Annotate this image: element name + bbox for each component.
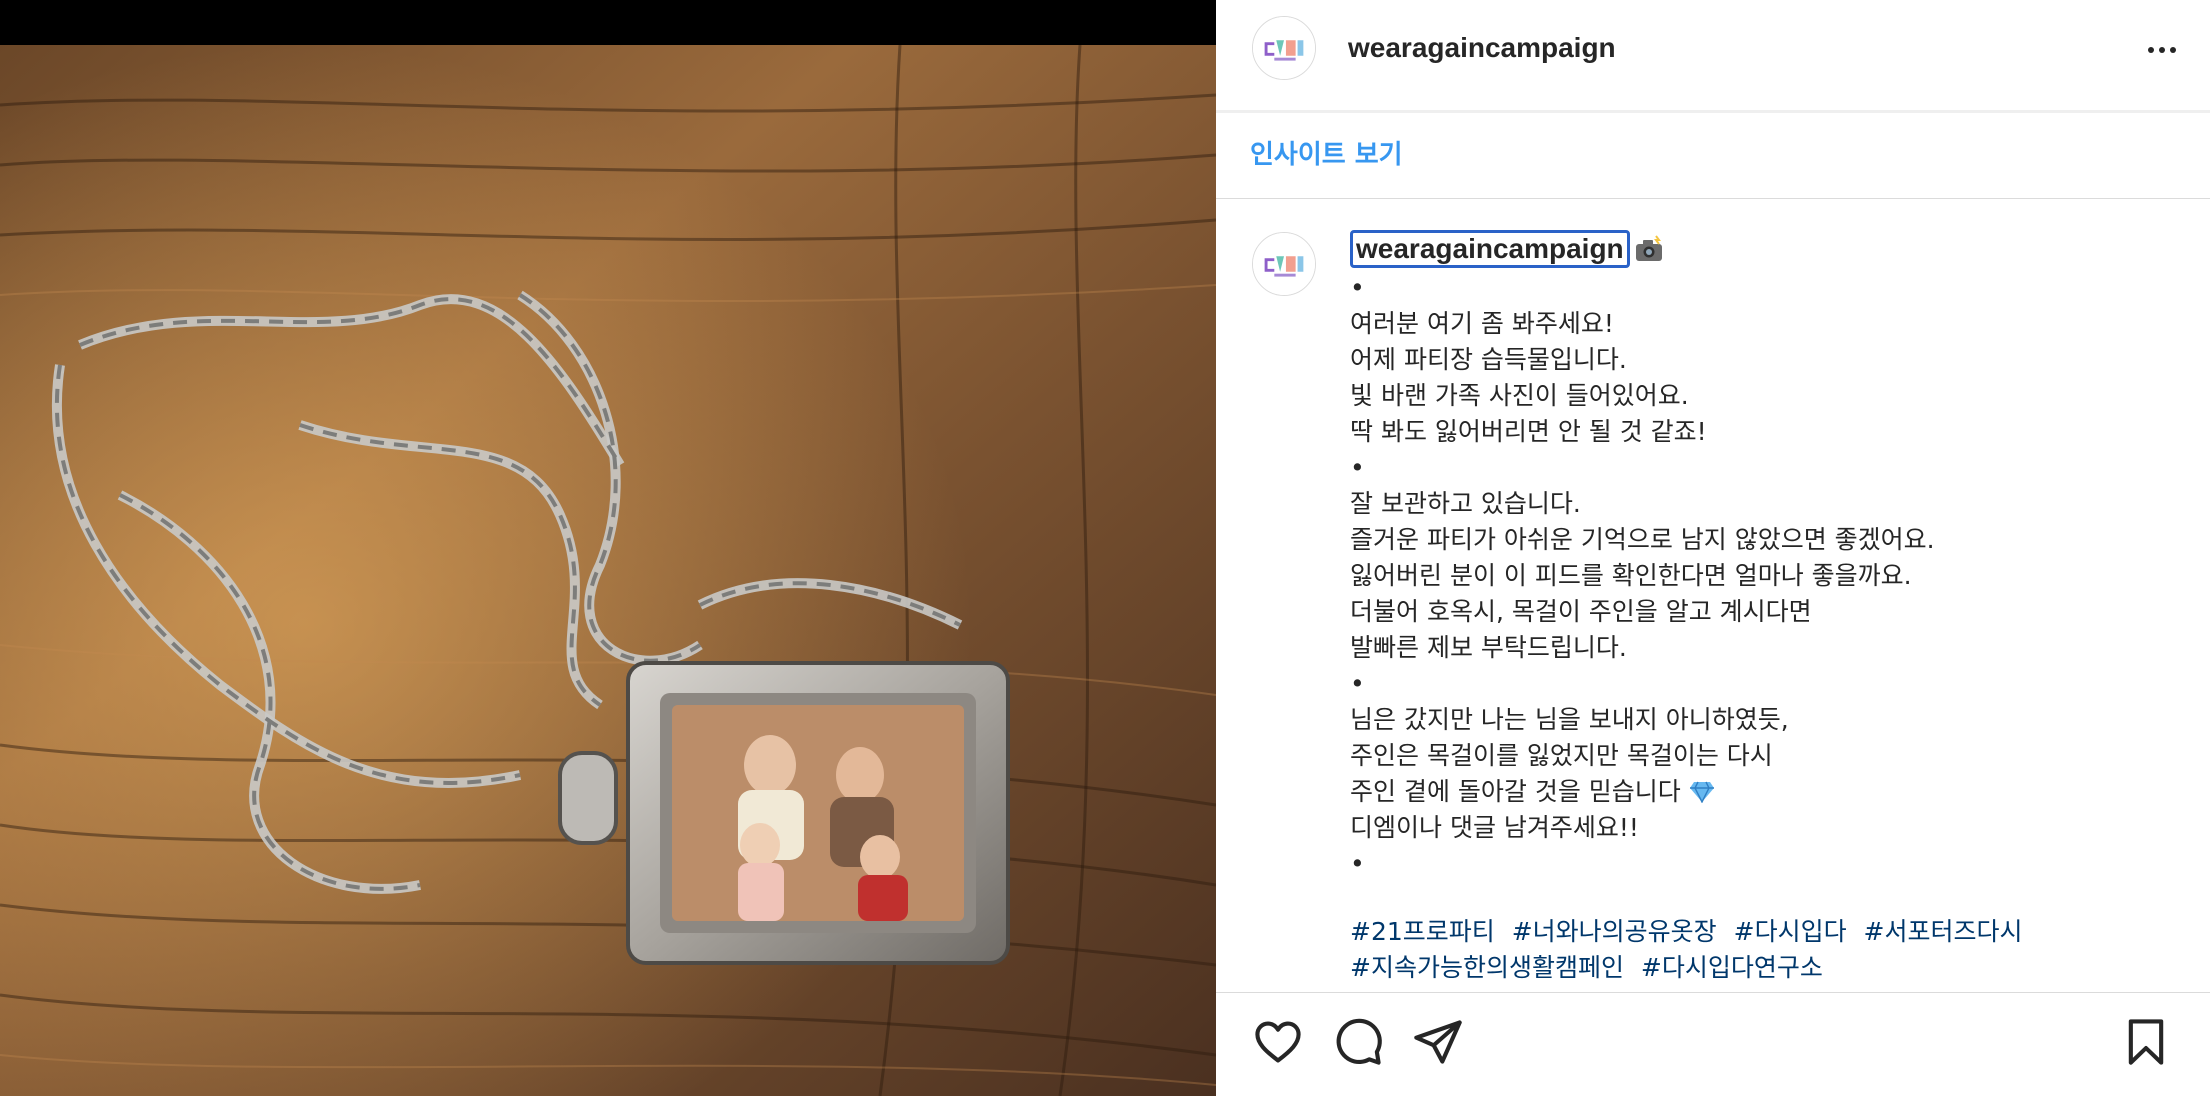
bookmark-icon bbox=[2128, 1019, 2164, 1065]
caption-line: • bbox=[1350, 849, 1365, 878]
caption-line: 발빠른 제보 부탁드립니다. bbox=[1350, 633, 1627, 662]
caption-line: 잃어버린 분이 이 피드를 확인한다면 얼마나 좋을까요. bbox=[1350, 561, 1912, 590]
hashtag-link[interactable]: #다시입다연구소 bbox=[1641, 953, 1823, 982]
comment-icon bbox=[1336, 1018, 1382, 1065]
share-button[interactable] bbox=[1412, 1016, 1464, 1068]
caption-area: wearagaincampaign • 여러분 여기 좀 봐주세요! 어제 파티… bbox=[1216, 200, 2210, 990]
comment-button[interactable] bbox=[1332, 1016, 1384, 1068]
header-divider bbox=[1216, 110, 2210, 113]
caption-line: 잘 보관하고 있습니다. bbox=[1350, 489, 1581, 518]
hashtag-link[interactable]: #21프로파티 bbox=[1350, 917, 1495, 946]
caption-line: 여러분 여기 좀 봐주세요! bbox=[1350, 309, 1614, 338]
post-photo-panel[interactable] bbox=[0, 0, 1216, 1096]
gem-icon bbox=[1689, 781, 1714, 803]
caption-text: • 여러분 여기 좀 봐주세요! 어제 파티장 습득물입니다. 빛 바랜 가족 … bbox=[1350, 270, 1935, 882]
hashtag-link[interactable]: #서포터즈다시 bbox=[1864, 917, 2023, 946]
caption-line-with-gem: 주인 곁에 돌아갈 것을 믿습니다 bbox=[1350, 774, 1935, 810]
post-side-panel: wearagaincampaign 인사이트 보기 wearagaincampa… bbox=[1216, 0, 2210, 1096]
send-icon bbox=[1414, 1020, 1462, 1064]
view-insights-link[interactable]: 인사이트 보기 bbox=[1250, 135, 1403, 175]
caption-line: 즐거운 파티가 아쉬운 기억으로 남지 않았으면 좋겠어요. bbox=[1350, 525, 1935, 554]
caption-line: 어제 파티장 습득물입니다. bbox=[1350, 345, 1627, 374]
more-horizontal-icon[interactable] bbox=[2142, 30, 2182, 70]
post-photo[interactable] bbox=[0, 45, 1216, 1096]
save-button[interactable] bbox=[2120, 1016, 2172, 1068]
caption-line: 디엠이나 댓글 남겨주세요!! bbox=[1350, 813, 1639, 842]
brand-logo bbox=[1253, 233, 1315, 295]
caption-line: • bbox=[1350, 453, 1365, 482]
heart-icon bbox=[1255, 1021, 1301, 1063]
caption-line: 더불어 호옥시, 목걸이 주인을 알고 계시다면 bbox=[1350, 597, 1812, 626]
caption-author: wearagaincampaign bbox=[1350, 230, 1664, 268]
caption-line: 주인 곁에 돌아갈 것을 믿습니다 bbox=[1350, 777, 1681, 806]
hashtag-link[interactable]: #너와나의공유옷장 bbox=[1512, 917, 1717, 946]
brand-logo bbox=[1253, 17, 1315, 79]
caption-line: 주인은 목걸이를 잃었지만 목걸이는 다시 bbox=[1350, 741, 1773, 770]
insights-divider bbox=[1216, 198, 2210, 199]
header-username[interactable]: wearagaincampaign bbox=[1348, 28, 1616, 68]
caption-username[interactable]: wearagaincampaign bbox=[1350, 230, 1630, 268]
caption-line: 딱 봐도 잃어버리면 안 될 것 같죠! bbox=[1350, 417, 1707, 446]
actions-divider bbox=[1216, 992, 2210, 993]
hashtag-list: #21프로파티 #너와나의공유옷장 #다시입다 #서포터즈다시 #지속가능한의생… bbox=[1350, 914, 2170, 986]
action-bar bbox=[1216, 994, 2210, 1096]
camera-flash-icon bbox=[1635, 235, 1662, 261]
caption-line: 님은 갔지만 나는 님을 보내지 아니하였듯, bbox=[1350, 705, 1789, 734]
caption-avatar[interactable] bbox=[1252, 232, 1316, 296]
caption-line: • bbox=[1350, 273, 1365, 302]
profile-avatar[interactable] bbox=[1252, 16, 1316, 80]
caption-line: 빛 바랜 가족 사진이 들어있어요. bbox=[1350, 381, 1689, 410]
like-button[interactable] bbox=[1252, 1016, 1304, 1068]
caption-line: • bbox=[1350, 669, 1365, 698]
hashtag-link[interactable]: #다시입다 bbox=[1734, 917, 1847, 946]
hashtag-link[interactable]: #지속가능한의생활캠페인 bbox=[1350, 953, 1624, 982]
